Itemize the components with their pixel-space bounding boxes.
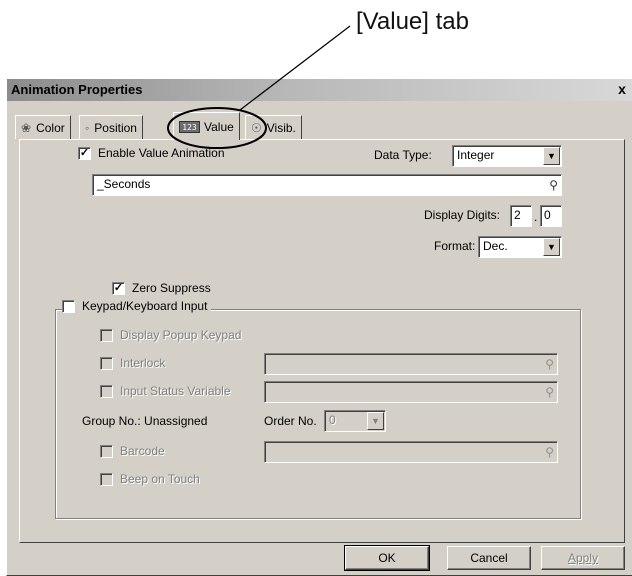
order-no-value: 0: [329, 413, 336, 427]
zero-suppress-label: Zero Suppress: [132, 281, 211, 295]
keypad-input-row[interactable]: Keypad/Keyboard Input: [62, 299, 212, 313]
annotation-label: [Value] tab: [356, 8, 469, 35]
tab-value-label: Value: [204, 119, 234, 134]
variable-field[interactable]: _Seconds ⚲: [92, 174, 562, 196]
tab-position[interactable]: ◦ Position: [79, 115, 143, 139]
barcode-field[interactable]: ⚲: [264, 441, 558, 463]
interlock-checkbox[interactable]: [100, 356, 113, 370]
data-type-label-text: Data Type:: [374, 148, 432, 162]
lightbulb-icon[interactable]: ⚲: [545, 384, 554, 400]
display-digits-integer-field[interactable]: 2: [510, 205, 532, 227]
keypad-input-checkbox[interactable]: [62, 299, 75, 313]
tab-visibility[interactable]: ☉ Visib.: [245, 115, 302, 139]
group-no-label: Group No.: Unassigned: [82, 414, 207, 428]
format-label-text: Format:: [434, 239, 476, 253]
ok-button-label: OK: [378, 551, 396, 565]
lightbulb-icon[interactable]: ⚲: [545, 444, 554, 460]
input-status-variable-checkbox[interactable]: [100, 384, 113, 398]
lightbulb-icon[interactable]: ⚲: [549, 177, 558, 193]
cancel-button[interactable]: Cancel: [447, 546, 531, 570]
display-digits-separator: .: [534, 210, 537, 224]
title-bar[interactable]: Animation Properties x: [7, 79, 632, 101]
group-no-text: Group No.: Unassigned: [82, 414, 208, 428]
color-wheel-icon: ❀: [21, 120, 32, 135]
position-icon: ◦: [85, 120, 90, 135]
interlock-row[interactable]: Interlock: [100, 356, 165, 370]
tab-value[interactable]: 123 Value: [173, 112, 240, 140]
ok-button[interactable]: OK: [344, 545, 430, 571]
cancel-button-label: Cancel: [470, 551, 508, 565]
display-digits-label-text: Display Digits:: [424, 208, 501, 222]
close-button[interactable]: x: [614, 82, 630, 97]
zero-suppress-row[interactable]: ✓ Zero Suppress: [112, 281, 211, 295]
data-type-label: Data Type:: [374, 148, 432, 162]
beep-on-touch-label: Beep on Touch: [120, 472, 200, 486]
format-label: Format:: [434, 239, 475, 253]
barcode-row[interactable]: Barcode: [100, 444, 165, 458]
keypad-input-label: Keypad/Keyboard Input: [82, 299, 208, 313]
tab-color[interactable]: ❀ Color: [15, 115, 71, 139]
data-type-select[interactable]: Integer ▼: [452, 145, 562, 167]
data-type-value: Integer: [457, 148, 495, 162]
chevron-down-icon[interactable]: ▼: [543, 147, 560, 165]
tab-position-label: Position: [94, 120, 137, 135]
tab-color-label: Color: [36, 120, 65, 135]
interlock-label: Interlock: [120, 356, 166, 370]
keypad-group-box: Keypad/Keyboard Input Display Popup Keyp…: [55, 299, 581, 519]
input-status-variable-field[interactable]: ⚲: [264, 381, 558, 403]
zero-suppress-checkbox[interactable]: ✓: [112, 281, 125, 295]
format-value: Dec.: [483, 239, 508, 253]
order-no-text: Order No.: [264, 414, 317, 428]
chevron-down-icon[interactable]: ▼: [543, 238, 560, 256]
barcode-checkbox[interactable]: [100, 444, 113, 458]
display-popup-keypad-checkbox[interactable]: [100, 328, 113, 342]
display-popup-keypad-row[interactable]: Display Popup Keypad: [100, 328, 241, 342]
order-no-select[interactable]: 0 ▼: [324, 410, 386, 432]
display-popup-keypad-label: Display Popup Keypad: [120, 328, 242, 342]
apply-button[interactable]: Apply: [541, 546, 625, 570]
input-status-variable-row[interactable]: Input Status Variable: [100, 384, 231, 398]
visibility-icon: ☉: [251, 120, 262, 135]
beep-on-touch-checkbox[interactable]: [100, 472, 113, 486]
enable-value-animation-checkbox[interactable]: ✓: [78, 146, 91, 160]
beep-on-touch-row[interactable]: Beep on Touch: [100, 472, 200, 486]
display-digits-fraction: 0: [544, 208, 551, 222]
input-status-variable-label: Input Status Variable: [120, 384, 231, 398]
format-select[interactable]: Dec. ▼: [478, 236, 562, 258]
chevron-down-icon[interactable]: ▼: [367, 412, 384, 430]
display-digits-separator-text: .: [534, 210, 538, 224]
enable-value-animation-row[interactable]: ✓ Enable Value Animation: [78, 146, 225, 160]
lightbulb-icon[interactable]: ⚲: [545, 356, 554, 372]
order-no-label: Order No.: [264, 414, 317, 428]
value-123-icon: 123: [179, 120, 200, 133]
display-digits-integer: 2: [514, 208, 521, 222]
display-digits-label: Display Digits:: [424, 208, 500, 222]
barcode-label: Barcode: [120, 444, 165, 458]
variable-value: _Seconds: [97, 177, 151, 191]
window-title: Animation Properties: [11, 82, 143, 97]
display-digits-fraction-field[interactable]: 0: [540, 205, 562, 227]
interlock-field[interactable]: ⚲: [264, 353, 558, 375]
tab-visibility-label: Visib.: [266, 120, 296, 135]
animation-properties-dialog: Animation Properties x ❀ Color ◦ Positio…: [6, 78, 632, 576]
apply-button-label: Apply: [567, 551, 599, 565]
enable-value-animation-label: Enable Value Animation: [98, 146, 225, 160]
